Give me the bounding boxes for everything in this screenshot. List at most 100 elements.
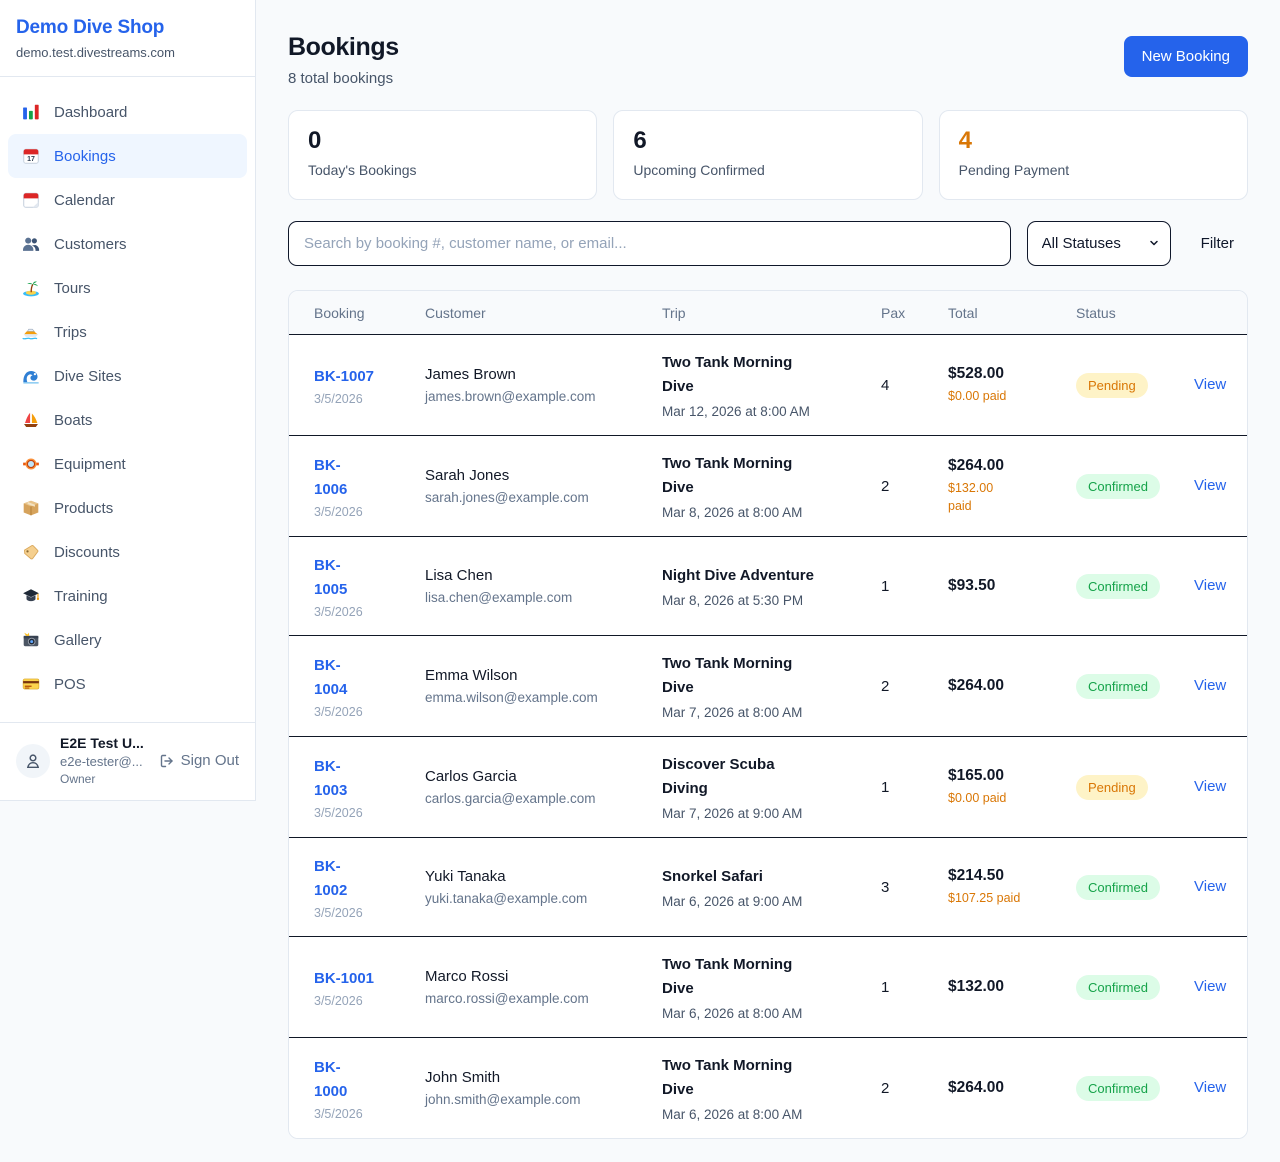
pax-value: 4: [881, 377, 948, 394]
package-icon: [22, 499, 40, 517]
booking-link[interactable]: BK-1000: [314, 1056, 425, 1104]
column-header-total: Total: [948, 305, 1076, 321]
view-booking-link[interactable]: View: [1194, 376, 1226, 393]
sidebar-item-dashboard[interactable]: Dashboard: [8, 90, 247, 134]
sidebar-item-pos[interactable]: POS: [8, 662, 247, 706]
status-badge: Pending: [1076, 373, 1148, 398]
dive-mask-icon: [22, 455, 40, 473]
booking-link[interactable]: BK-1003: [314, 755, 425, 803]
view-booking-link[interactable]: View: [1194, 477, 1226, 494]
shop-name: Demo Dive Shop: [16, 17, 239, 39]
customer-name: Marco Rossi: [425, 968, 648, 985]
svg-text:17: 17: [27, 156, 35, 163]
view-booking-link[interactable]: View: [1194, 577, 1226, 594]
booking-cell: BK-1003 3/5/2026: [314, 755, 425, 820]
sidebar-item-discounts[interactable]: Discounts: [8, 530, 247, 574]
sidebar-item-products[interactable]: Products: [8, 486, 247, 530]
sidebar-item-label: Discounts: [54, 544, 120, 561]
stat-value: 6: [633, 128, 902, 154]
booking-link[interactable]: BK-1001: [314, 967, 425, 991]
calendar-17-icon: 17: [22, 147, 40, 165]
customer-name: John Smith: [425, 1069, 648, 1086]
customer-cell: Emma Wilson emma.wilson@example.com: [425, 667, 662, 705]
bookings-table: Booking Customer Trip Pax Total Status B…: [288, 290, 1248, 1139]
users-icon: [22, 235, 40, 253]
user-role: Owner: [60, 772, 149, 786]
view-booking-link[interactable]: View: [1194, 1079, 1226, 1096]
booking-cell: BK-1007 3/5/2026: [314, 365, 425, 406]
booking-link[interactable]: BK-1005: [314, 554, 425, 602]
view-booking-link[interactable]: View: [1194, 677, 1226, 694]
view-booking-link[interactable]: View: [1194, 778, 1226, 795]
total-cell: $214.50 $107.25 paid: [948, 867, 1076, 907]
booking-date: 3/5/2026: [314, 1107, 425, 1121]
paid-amount: $132.00paid: [948, 479, 1076, 515]
sidebar-item-equipment[interactable]: Equipment: [8, 442, 247, 486]
sidebar-item-label: Trips: [54, 324, 87, 341]
customer-email: emma.wilson@example.com: [425, 690, 648, 705]
total-amount: $264.00: [948, 677, 1076, 695]
filter-row: All Statuses Filter: [288, 221, 1248, 266]
credit-card-icon: [22, 675, 40, 693]
customer-name: Sarah Jones: [425, 467, 648, 484]
total-amount: $214.50: [948, 867, 1076, 885]
pax-value: 2: [881, 478, 948, 495]
booking-date: 3/5/2026: [314, 806, 425, 820]
shop-domain: demo.test.divestreams.com: [16, 45, 239, 60]
sidebar-item-label: Bookings: [54, 148, 116, 165]
sidebar-item-trips[interactable]: Trips: [8, 310, 247, 354]
stat-value: 0: [308, 128, 577, 154]
filter-button[interactable]: Filter: [1187, 235, 1248, 252]
sidebar-item-calendar[interactable]: Calendar: [8, 178, 247, 222]
sidebar-item-customers[interactable]: Customers: [8, 222, 247, 266]
customer-name: Emma Wilson: [425, 667, 648, 684]
status-badge: Confirmed: [1076, 875, 1160, 900]
sign-out-button[interactable]: Sign Out: [159, 752, 239, 769]
sidebar: Demo Dive Shop demo.test.divestreams.com…: [0, 0, 256, 801]
tear-calendar-icon: [22, 191, 40, 209]
sidebar-item-bookings[interactable]: 17 Bookings: [8, 134, 247, 178]
view-booking-link[interactable]: View: [1194, 978, 1226, 995]
booking-date: 3/5/2026: [314, 392, 425, 406]
customer-cell: John Smith john.smith@example.com: [425, 1069, 662, 1107]
booking-cell: BK-1005 3/5/2026: [314, 554, 425, 619]
booking-link[interactable]: BK-1007: [314, 365, 425, 389]
status-select[interactable]: All Statuses: [1027, 221, 1171, 266]
booking-date: 3/5/2026: [314, 505, 425, 519]
sidebar-item-label: Dive Sites: [54, 368, 122, 385]
tag-icon: [22, 543, 40, 561]
column-header-trip: Trip: [662, 305, 881, 321]
booking-date: 3/5/2026: [314, 906, 425, 920]
page-title: Bookings: [288, 33, 399, 62]
booking-link[interactable]: BK-1002: [314, 855, 425, 903]
user-info: E2E Test U... e2e-tester@... Owner: [60, 735, 149, 786]
status-cell: Confirmed: [1076, 1076, 1194, 1101]
trip-cell: Two Tank MorningDive Mar 8, 2026 at 8:00…: [662, 452, 881, 520]
total-cell: $93.50: [948, 577, 1076, 595]
booking-cell: BK-1006 3/5/2026: [314, 454, 425, 519]
new-booking-button[interactable]: New Booking: [1124, 36, 1248, 77]
status-cell: Confirmed: [1076, 474, 1194, 499]
column-header-pax: Pax: [881, 305, 948, 321]
sidebar-item-gallery[interactable]: Gallery: [8, 618, 247, 662]
sidebar-item-dive-sites[interactable]: Dive Sites: [8, 354, 247, 398]
stat-card-todays-bookings: 0 Today's Bookings: [288, 110, 597, 200]
total-amount: $165.00: [948, 767, 1076, 785]
customer-email: carlos.garcia@example.com: [425, 791, 648, 806]
sidebar-item-training[interactable]: Training: [8, 574, 247, 618]
customer-name: Lisa Chen: [425, 567, 648, 584]
speedboat-icon: [22, 323, 40, 341]
booking-link[interactable]: BK-1004: [314, 654, 425, 702]
sign-out-icon: [159, 753, 175, 769]
sidebar-item-boats[interactable]: Boats: [8, 398, 247, 442]
stat-label: Pending Payment: [959, 162, 1228, 178]
status-badge: Confirmed: [1076, 975, 1160, 1000]
customer-email: sarah.jones@example.com: [425, 490, 648, 505]
view-booking-link[interactable]: View: [1194, 878, 1226, 895]
sidebar-item-tours[interactable]: Tours: [8, 266, 247, 310]
search-input[interactable]: [288, 221, 1011, 266]
sign-out-label: Sign Out: [181, 752, 239, 769]
pax-value: 2: [881, 1080, 948, 1097]
trip-name: Two Tank MorningDive: [662, 351, 867, 399]
booking-link[interactable]: BK-1006: [314, 454, 425, 502]
